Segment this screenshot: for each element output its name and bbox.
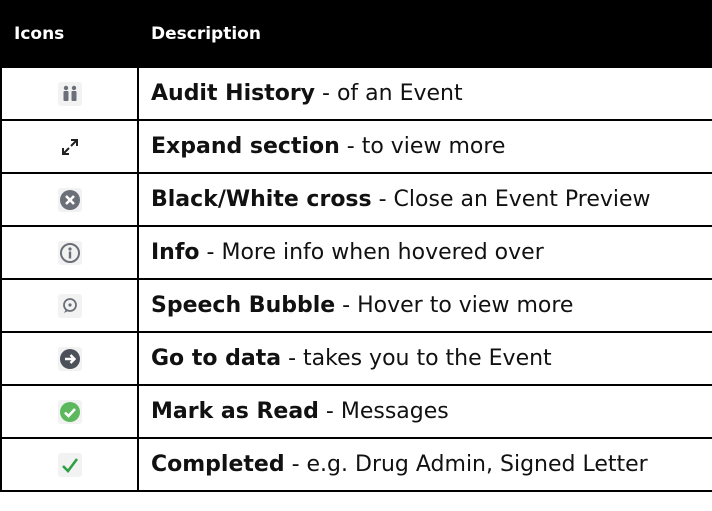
table-row: Go to data - takes you to the Event	[0, 331, 712, 386]
row-description: Audit History - of an Event	[137, 66, 712, 121]
cross-icon	[57, 188, 82, 212]
icon-legend-table: Icons Description Audit History - of an …	[0, 0, 712, 492]
expand-icon	[57, 135, 82, 159]
row-title: Go to data	[151, 346, 282, 371]
row-text: - to view more	[339, 134, 506, 159]
audit-history-icon	[57, 82, 82, 106]
row-text: - More info when hovered over	[199, 240, 544, 265]
row-description: Go to data - takes you to the Event	[137, 331, 712, 386]
table-row: Black/White cross - Close an Event Previ…	[0, 172, 712, 227]
icons-column-header: Icons	[0, 0, 139, 68]
row-title: Expand section	[151, 134, 340, 159]
row-title: Completed	[151, 452, 285, 477]
row-description: Info - More info when hovered over	[137, 225, 712, 280]
table-row: Info - More info when hovered over	[0, 225, 712, 280]
row-text: - of an Event	[315, 81, 463, 106]
table-row: Speech Bubble - Hover to view more	[0, 278, 712, 333]
row-title: Audit History	[151, 81, 316, 106]
completed-icon	[57, 453, 82, 477]
row-description: Speech Bubble - Hover to view more	[137, 278, 712, 333]
row-text: - e.g. Drug Admin, Signed Letter	[284, 452, 648, 477]
row-title: Info	[151, 240, 200, 265]
go-to-data-icon	[57, 347, 82, 371]
row-title: Mark as Read	[151, 399, 319, 424]
header-row: Icons Description	[0, 0, 712, 68]
info-icon	[57, 241, 82, 265]
table-row: Mark as Read - Messages	[0, 384, 712, 439]
legend-table-wrapper: Icons Description Audit History - of an …	[0, 0, 712, 511]
row-text: - Close an Event Preview	[371, 187, 651, 212]
description-column-header: Description	[137, 0, 712, 68]
row-description: Completed - e.g. Drug Admin, Signed Lett…	[137, 437, 712, 492]
table-row: Audit History - of an Event	[0, 66, 712, 121]
row-description: Expand section - to view more	[137, 119, 712, 174]
mark-as-read-icon	[57, 400, 82, 424]
row-description: Mark as Read - Messages	[137, 384, 712, 439]
row-title: Speech Bubble	[151, 293, 336, 318]
row-description: Black/White cross - Close an Event Previ…	[137, 172, 712, 227]
row-title: Black/White cross	[151, 187, 372, 212]
table-row: Completed - e.g. Drug Admin, Signed Lett…	[0, 437, 712, 492]
row-text: - takes you to the Event	[281, 346, 552, 371]
row-text: - Messages	[318, 399, 449, 424]
table-row: Expand section - to view more	[0, 119, 712, 174]
row-text: - Hover to view more	[335, 293, 574, 318]
speech-bubble-icon	[57, 294, 82, 318]
